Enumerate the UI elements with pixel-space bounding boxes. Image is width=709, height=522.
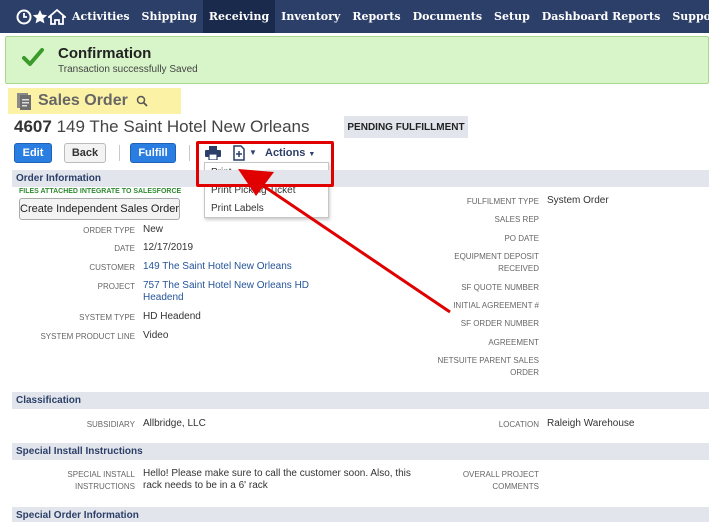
annotation-arrow [238, 169, 451, 314]
